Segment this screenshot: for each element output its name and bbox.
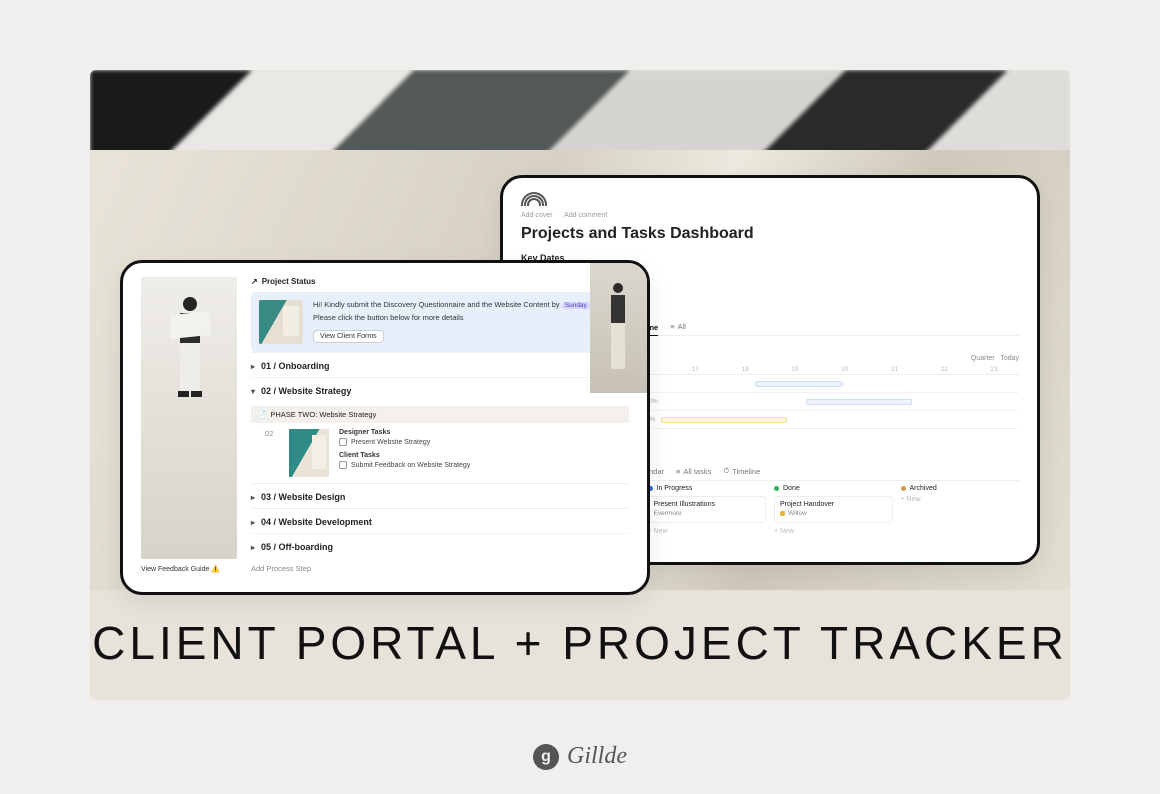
column-done: Done Project Handover Willow + New [774, 485, 893, 551]
feedback-guide-link[interactable]: View Feedback Guide ⚠️ [141, 565, 237, 573]
client-task-checkbox[interactable]: Submit Feedback on Website Strategy [339, 461, 470, 469]
brand-logo-icon: g [533, 744, 559, 770]
column-in-progress: In Progress Present Illustrations Evermo… [648, 485, 767, 551]
view-client-forms-button[interactable]: View Client Forms [313, 330, 384, 343]
add-task[interactable]: + New [648, 528, 767, 535]
phase-image [289, 429, 329, 477]
dashboard-title: Projects and Tasks Dashboard [521, 225, 1019, 243]
add-cover-button[interactable]: Add cover [521, 212, 553, 219]
callout-image [259, 300, 303, 344]
portal-hero-image: View Feedback Guide ⚠️ [141, 277, 237, 573]
page-icon: 📄 [257, 410, 266, 419]
add-comment-button[interactable]: Add comment [564, 212, 607, 219]
status-callout: Hi! Kindly submit the Discovery Question… [251, 292, 629, 352]
phase-task-block: 02 Designer Tasks Present Website Strate… [265, 429, 629, 477]
tab-all-tasks[interactable]: ≡ All tasks [676, 466, 711, 476]
add-task[interactable]: + New [901, 496, 1020, 503]
rainbow-icon [521, 192, 547, 206]
add-process-step[interactable]: Add Process Step [251, 558, 629, 573]
phase-subheader[interactable]: 📄PHASE TWO: Website Strategy [251, 406, 629, 423]
arrow-icon: ↗ [251, 277, 258, 286]
task-card[interactable]: Project Handover Willow [774, 496, 893, 523]
portal-side-photo [590, 263, 650, 393]
section-website-development[interactable]: ▸04 / Website Development [251, 508, 629, 533]
section-website-strategy[interactable]: ▾02 / Website Strategy [251, 377, 629, 402]
page-actions: Add cover Add comment [521, 212, 1019, 219]
tab-all[interactable]: ≡ All [670, 322, 686, 331]
designer-task-checkbox[interactable]: Present Website Strategy [339, 438, 470, 446]
client-portal-window: View Feedback Guide ⚠️ ↗ Project Status … [120, 260, 650, 595]
view-today[interactable]: Today [1000, 355, 1019, 362]
project-status-heading: ↗ Project Status [251, 277, 629, 286]
column-archived: Archived + New [901, 485, 1020, 551]
deadline-chip: Sunday [562, 302, 590, 309]
view-quarter[interactable]: Quarter [971, 355, 995, 362]
tab-tasks-timeline[interactable]: ⏱ Timeline [723, 466, 760, 476]
section-website-design[interactable]: ▸03 / Website Design [251, 483, 629, 508]
section-onboarding[interactable]: ▸01 / Onboarding [251, 352, 629, 377]
promo-headline: CLIENT PORTAL + PROJECT TRACKER [90, 616, 1070, 670]
add-task[interactable]: + New [774, 528, 893, 535]
brand-name: Gillde [567, 743, 627, 770]
task-card[interactable]: Present Illustrations Evermore [648, 496, 767, 523]
brand-footer: g Gillde [0, 743, 1160, 770]
promo-canvas: Add cover Add comment Projects and Tasks… [90, 70, 1070, 700]
section-off-boarding[interactable]: ▸05 / Off-boarding [251, 533, 629, 558]
